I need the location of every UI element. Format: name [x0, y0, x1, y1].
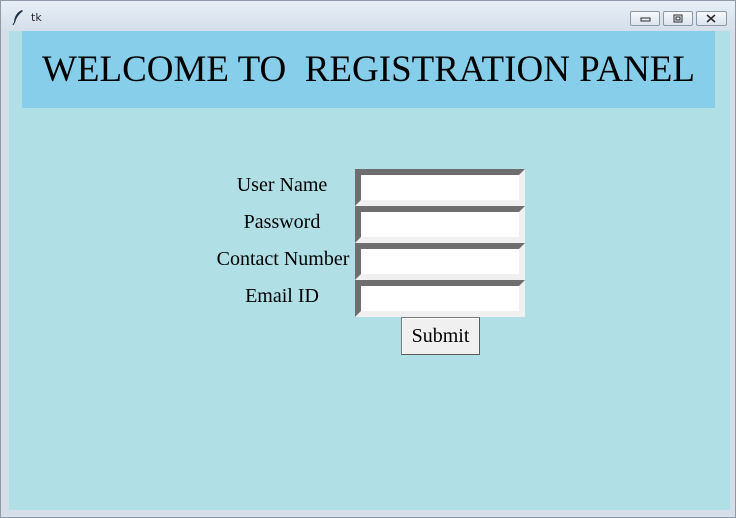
contact-number-label: Contact Number	[216, 248, 350, 270]
email-id-field[interactable]	[355, 280, 525, 317]
username-label: User Name	[236, 174, 328, 196]
close-icon	[706, 14, 716, 23]
email-id-label: Email ID	[245, 285, 319, 307]
welcome-banner: WELCOME TO REGISTRATION PANEL	[22, 31, 715, 108]
username-field[interactable]	[355, 169, 525, 206]
password-label: Password	[243, 211, 321, 233]
client-area: WELCOME TO REGISTRATION PANEL User Name …	[9, 31, 730, 510]
submit-button[interactable]: Submit	[401, 317, 480, 355]
maximize-button[interactable]	[663, 11, 693, 26]
feather-icon	[12, 10, 23, 25]
close-button[interactable]	[696, 11, 727, 26]
minimize-icon	[640, 17, 651, 22]
window-title: tk	[31, 11, 42, 24]
password-field[interactable]	[355, 206, 525, 243]
title-bar[interactable]: tk	[1, 1, 735, 31]
banner-title: WELCOME TO REGISTRATION PANEL	[42, 49, 695, 90]
contact-number-field[interactable]	[355, 243, 525, 280]
minimize-button[interactable]	[630, 11, 660, 26]
app-window: tk WELCOME TO REGISTRATION PANEL User Na…	[0, 0, 736, 518]
restore-icon	[673, 14, 683, 23]
